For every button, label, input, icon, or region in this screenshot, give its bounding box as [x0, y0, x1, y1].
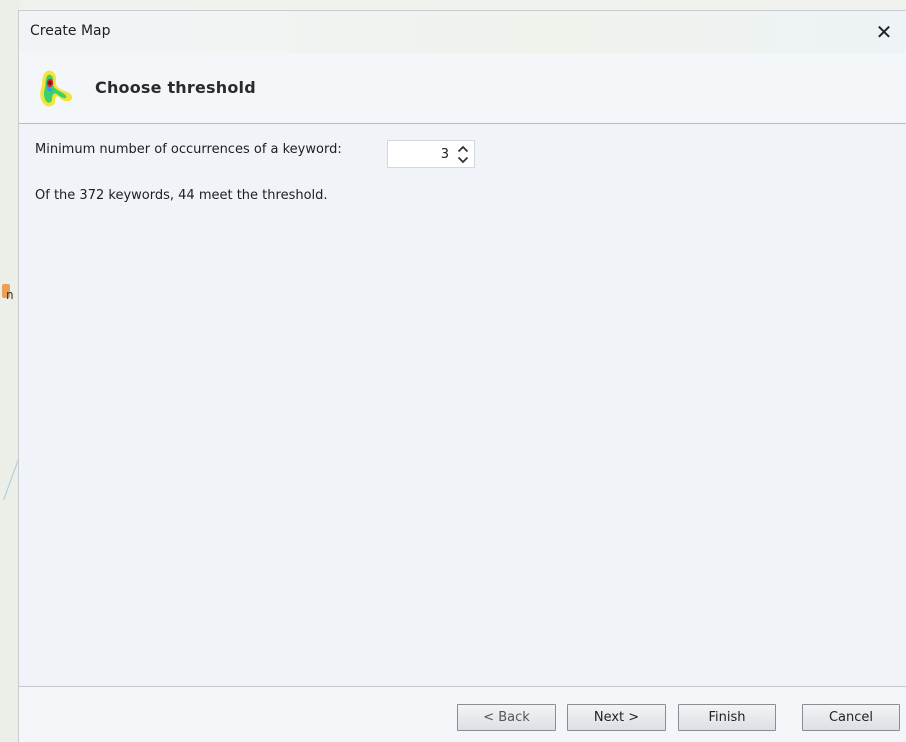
wizard-footer: < Back Next > Finish Cancel: [19, 686, 906, 742]
threshold-row: Minimum number of occurrences of a keywo…: [35, 142, 342, 157]
window-title: Create Map: [30, 23, 111, 39]
back-button[interactable]: < Back: [457, 704, 556, 731]
close-icon: ✕: [875, 20, 893, 44]
title-bar: Create Map ✕: [19, 11, 906, 53]
wizard-content: Minimum number of occurrences of a keywo…: [19, 124, 906, 686]
wizard-header: Choose threshold: [19, 53, 906, 124]
page-heading: Choose threshold: [95, 78, 256, 97]
chevron-up-icon: [457, 145, 469, 152]
meeting-keywords: 44: [178, 188, 195, 203]
increment-button[interactable]: [456, 143, 470, 154]
next-button[interactable]: Next >: [567, 704, 666, 731]
heatmap-logo-icon: [40, 70, 73, 107]
stepper-arrows: [455, 142, 471, 166]
background-partial-text: n: [6, 288, 14, 302]
close-button[interactable]: ✕: [862, 11, 906, 53]
info-suffix: meet the threshold.: [194, 188, 328, 203]
chevron-down-icon: [457, 156, 469, 163]
threshold-info: Of the 372 keywords, 44 meet the thresho…: [35, 188, 328, 203]
total-keywords: 372: [79, 188, 105, 203]
finish-button[interactable]: Finish: [678, 704, 776, 731]
cancel-button[interactable]: Cancel: [802, 704, 900, 731]
info-middle: keywords,: [104, 188, 179, 203]
threshold-stepper[interactable]: 3: [387, 140, 475, 168]
threshold-value[interactable]: 3: [441, 147, 449, 162]
info-prefix: Of the: [35, 188, 80, 203]
decrement-button[interactable]: [456, 154, 470, 165]
create-map-dialog: Create Map ✕ Choose threshold Minimum nu…: [18, 10, 906, 742]
threshold-label: Minimum number of occurrences of a keywo…: [35, 142, 342, 157]
background-app: n: [0, 0, 26, 742]
